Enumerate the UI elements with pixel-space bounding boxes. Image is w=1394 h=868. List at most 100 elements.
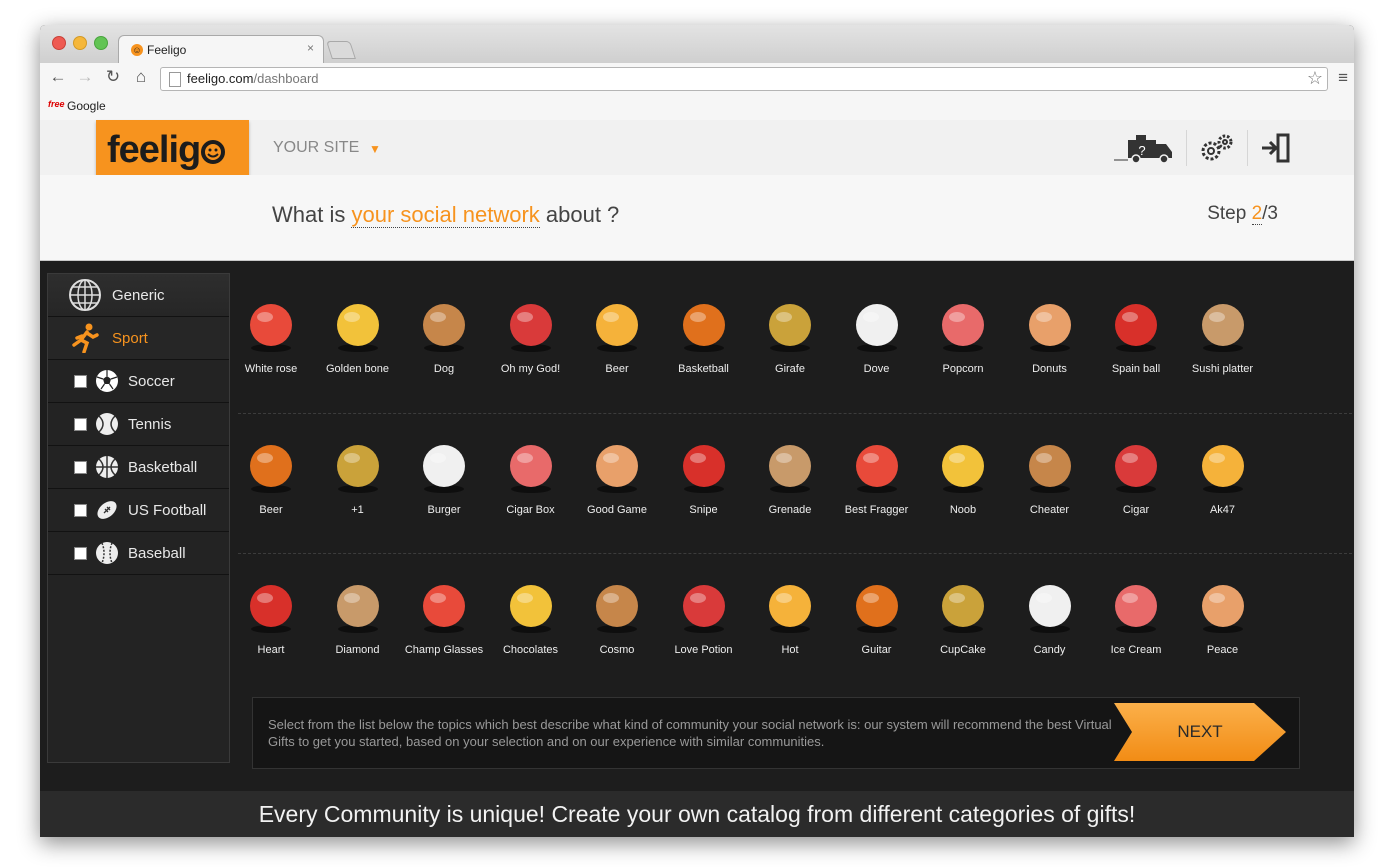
next-button[interactable]: NEXT	[1114, 703, 1286, 761]
gift-item-chocolates[interactable]: Chocolates	[486, 554, 576, 674]
gift-item-donuts[interactable]: Donuts	[1005, 273, 1095, 393]
browser-menu-icon[interactable]: ≡	[1338, 68, 1348, 88]
home-icon[interactable]: ⌂	[131, 67, 151, 87]
tab-title: Feeligo	[147, 43, 187, 57]
subcategory-basketball[interactable]: Basketball	[48, 446, 229, 489]
gift-item-hot[interactable]: Hot	[745, 554, 835, 674]
gift-item-good-game[interactable]: Good Game	[572, 414, 662, 534]
category-sport[interactable]: Sport	[48, 317, 229, 360]
close-window-button[interactable]	[52, 36, 66, 50]
gift-item-love-potion[interactable]: Love Potion	[659, 554, 749, 674]
baseball-checkbox[interactable]	[74, 546, 87, 560]
gift-item-noob[interactable]: Noob	[918, 414, 1008, 534]
spain-ball-icon	[1115, 304, 1157, 352]
url-text: feeligo.com/dashboard	[187, 71, 319, 86]
address-bar[interactable]: feeligo.com/dashboard ☆	[160, 67, 1328, 91]
info-bar: Select from the list below the topics wh…	[252, 697, 1300, 769]
gift-item-white-rose[interactable]: White rose	[226, 273, 316, 393]
us-football-icon	[95, 498, 119, 522]
gift-item-champ-glasses[interactable]: Champ Glasses	[399, 554, 489, 674]
reload-icon[interactable]: ↻	[103, 67, 123, 87]
peace-icon	[1201, 585, 1244, 633]
noob-icon	[942, 445, 984, 493]
donuts-icon	[1028, 304, 1071, 352]
free-favicon-icon: free	[48, 99, 65, 109]
gift-item-beer[interactable]: Beer	[572, 273, 662, 393]
gift-item-1[interactable]: +1	[313, 414, 403, 534]
logout-icon[interactable]	[1247, 130, 1304, 166]
bookmarks-bar: free Google	[40, 94, 1354, 121]
basketball-checkbox[interactable]	[74, 460, 87, 474]
subcategory-soccer[interactable]: Soccer	[48, 360, 229, 403]
gift-label: Ak47	[1209, 504, 1236, 516]
best-fragger-icon	[855, 445, 898, 493]
cigar-box-icon	[509, 445, 552, 493]
gift-item-girafe[interactable]: Girafe	[745, 273, 835, 393]
soccer-checkbox[interactable]	[74, 374, 87, 388]
chevron-down-icon[interactable]: ▼	[369, 142, 381, 156]
browser-toolbar: ← → ↻ ⌂ feeligo.com/dashboard ☆ ≡	[40, 63, 1354, 94]
bookmark-google[interactable]: Google	[67, 99, 106, 113]
zoom-window-button[interactable]	[94, 36, 108, 50]
ak47-icon	[1201, 445, 1244, 493]
forward-arrow-icon[interactable]: →	[75, 67, 95, 87]
subcategory-baseball[interactable]: Baseball	[48, 532, 229, 575]
tab-close-icon[interactable]: ×	[307, 41, 314, 55]
question-text: What is your social network about ?	[272, 202, 619, 228]
gift-row: White rose Golden bone Dog Oh my God! Beer Ba…	[238, 273, 1352, 411]
gift-item-burger[interactable]: Burger	[399, 414, 489, 534]
gift-item-oh-my-god[interactable]: Oh my God!	[486, 273, 576, 393]
subcategory-tennis[interactable]: Tennis	[48, 403, 229, 446]
gift-item-peace[interactable]: Peace	[1178, 554, 1268, 674]
gift-item-grenade[interactable]: Grenade	[745, 414, 835, 534]
love-potion-icon	[682, 585, 725, 633]
step-total: /3	[1262, 203, 1278, 224]
golden-bone-icon	[336, 304, 379, 352]
burger-icon	[423, 445, 465, 493]
gift-item-snipe[interactable]: Snipe	[659, 414, 749, 534]
back-arrow-icon[interactable]: ←	[48, 67, 68, 87]
browser-tab[interactable]: ☺ Feeligo ×	[118, 35, 324, 64]
subcategory-label: Baseball	[128, 544, 186, 562]
bookmark-star-icon[interactable]: ☆	[1307, 68, 1323, 89]
gift-item-cigar[interactable]: Cigar	[1091, 414, 1181, 534]
gift-item-cheater[interactable]: Cheater	[1005, 414, 1095, 534]
minimize-window-button[interactable]	[73, 36, 87, 50]
new-tab-button[interactable]	[326, 41, 356, 59]
tennis-checkbox[interactable]	[74, 417, 87, 431]
gift-item-cosmo[interactable]: Cosmo	[572, 554, 662, 674]
dog-icon	[423, 304, 465, 352]
gift-item-dove[interactable]: Dove	[832, 273, 922, 393]
gift-item-ak47[interactable]: Ak47	[1178, 414, 1268, 534]
subcategory-label: Soccer	[128, 372, 175, 390]
gift-item-cigar-box[interactable]: Cigar Box	[486, 414, 576, 534]
gift-item-ice-cream[interactable]: Ice Cream	[1091, 554, 1181, 674]
help-truck-icon[interactable]: ?	[1102, 130, 1186, 166]
gift-item-beer[interactable]: Beer	[226, 414, 316, 534]
soccer-ball-icon	[95, 369, 119, 393]
gift-item-sushi-platter[interactable]: Sushi platter	[1178, 273, 1268, 393]
gift-item-diamond[interactable]: Diamond	[313, 554, 403, 674]
chocolates-icon	[509, 585, 552, 633]
gift-item-basketball[interactable]: Basketball	[659, 273, 749, 393]
gift-item-best-fragger[interactable]: Best Fragger	[832, 414, 922, 534]
gift-item-popcorn[interactable]: Popcorn	[918, 273, 1008, 393]
oh-my-god-icon	[509, 304, 552, 352]
gift-item-spain-ball[interactable]: Spain ball	[1091, 273, 1181, 393]
category-label: Generic	[112, 286, 165, 304]
gift-item-guitar[interactable]: Guitar	[832, 554, 922, 674]
tab-bar: ☺ Feeligo ×	[40, 25, 1354, 64]
us-football-checkbox[interactable]	[74, 503, 87, 517]
footer-banner: Every Community is unique! Create your o…	[40, 791, 1354, 837]
subcategory-us-football[interactable]: US Football	[48, 489, 229, 532]
gift-item-heart[interactable]: Heart	[226, 554, 316, 674]
category-generic[interactable]: Generic	[48, 274, 229, 317]
settings-gears-icon[interactable]	[1186, 130, 1247, 166]
gift-item-dog[interactable]: Dog	[399, 273, 489, 393]
gift-item-cupcake[interactable]: CupCake	[918, 554, 1008, 674]
category-sidebar: Generic Sport Soccer Tennis Basketball U…	[47, 273, 230, 763]
gift-item-golden-bone[interactable]: Golden bone	[313, 273, 403, 393]
girafe-icon	[769, 304, 811, 352]
site-selector[interactable]: YOUR SITE	[273, 139, 359, 157]
gift-item-candy[interactable]: Candy	[1005, 554, 1095, 674]
